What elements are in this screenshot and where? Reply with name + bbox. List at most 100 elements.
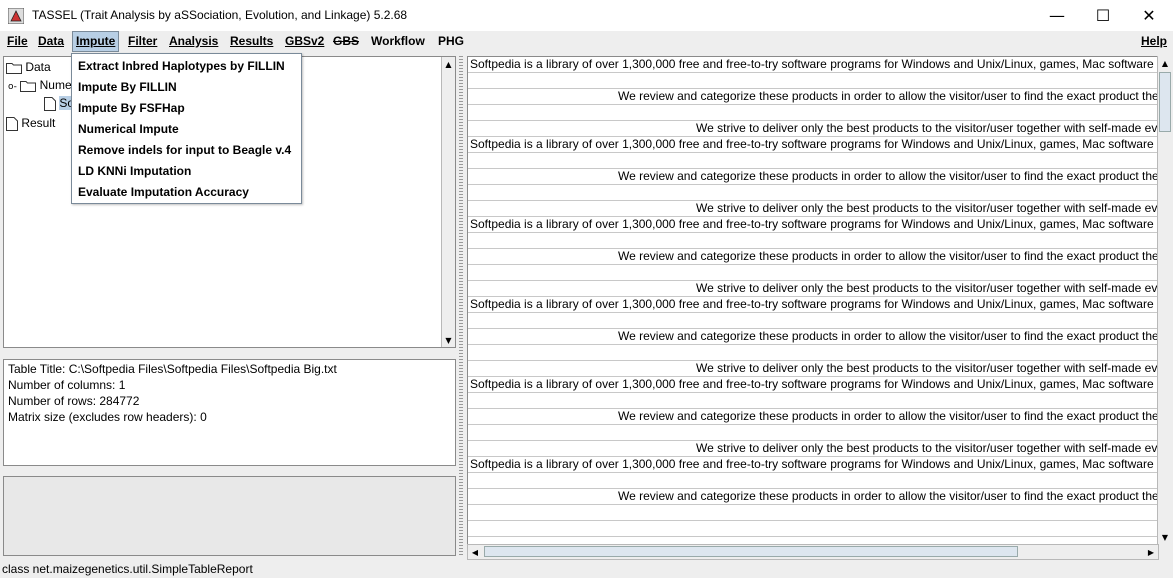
- tree-node-result-label: Result: [21, 116, 56, 130]
- file-icon: [6, 116, 18, 131]
- table-row[interactable]: Softpedia is a library of over 1,300,000…: [468, 377, 1158, 393]
- table-cell-text: Softpedia is a library of over 1,300,000…: [470, 137, 1154, 151]
- folder-icon: [20, 80, 37, 92]
- menu-item-ld-knni-imputation[interactable]: LD KNNi Imputation: [78, 161, 191, 181]
- table-row[interactable]: We strive to deliver only the best produ…: [468, 201, 1158, 217]
- folder-icon: [6, 62, 22, 74]
- scroll-down-icon[interactable]: ▼: [1158, 530, 1172, 544]
- menu-data[interactable]: Data: [35, 31, 67, 52]
- table-row[interactable]: We review and categorize these products …: [468, 329, 1158, 345]
- table-cell-text: Softpedia is a library of over 1,300,000…: [470, 57, 1154, 71]
- report-table: Softpedia is a library of over 1,300,000…: [467, 56, 1159, 546]
- table-row[interactable]: We review and categorize these products …: [468, 409, 1158, 425]
- table-cell-text: We review and categorize these products …: [618, 249, 1158, 263]
- table-cell-text: We review and categorize these products …: [618, 489, 1158, 503]
- menu-filter[interactable]: Filter: [125, 31, 160, 52]
- menu-bar: File Data Impute Filter Analysis Results…: [0, 31, 1173, 53]
- close-button[interactable]: ✕: [1126, 0, 1172, 31]
- table-row[interactable]: We strive to deliver only the best produ…: [468, 281, 1158, 297]
- menu-gbs[interactable]: GBS: [330, 31, 362, 52]
- menu-help[interactable]: Help: [1138, 31, 1170, 52]
- menu-file[interactable]: File: [4, 31, 31, 52]
- table-vertical-scrollbar[interactable]: ▲ ▼: [1157, 56, 1172, 544]
- maximize-button[interactable]: ☐: [1080, 0, 1126, 31]
- table-row[interactable]: [468, 265, 1158, 281]
- menu-item-numerical-impute[interactable]: Numerical Impute: [78, 119, 179, 139]
- menu-phg[interactable]: PHG: [435, 31, 467, 52]
- table-row[interactable]: Softpedia is a library of over 1,300,000…: [468, 217, 1158, 233]
- scroll-right-icon[interactable]: ▶: [1144, 545, 1158, 559]
- table-row[interactable]: We review and categorize these products …: [468, 169, 1158, 185]
- table-row[interactable]: [468, 345, 1158, 361]
- scroll-thumb[interactable]: [484, 546, 1018, 557]
- table-row[interactable]: Softpedia is a library of over 1,300,000…: [468, 297, 1158, 313]
- table-cell-text: We review and categorize these products …: [618, 409, 1158, 423]
- table-row[interactable]: We strive to deliver only the best produ…: [468, 121, 1158, 137]
- menu-item-remove-indels[interactable]: Remove indels for input to Beagle v.4: [78, 140, 291, 160]
- menu-item-impute-by-fsfhap[interactable]: Impute By FSFHap: [78, 98, 185, 118]
- scroll-left-icon[interactable]: ◀: [468, 545, 482, 559]
- menu-gbsv2-label: GBSv2: [285, 34, 325, 48]
- table-info-panel: Table Title: C:\Softpedia Files\Softpedi…: [3, 359, 456, 466]
- table-row[interactable]: Softpedia is a library of over 1,300,000…: [468, 457, 1158, 473]
- minimize-button[interactable]: —: [1034, 0, 1080, 31]
- table-row[interactable]: We review and categorize these products …: [468, 489, 1158, 505]
- tree-node-result[interactable]: Result: [6, 115, 55, 131]
- tree-vertical-scrollbar[interactable]: ▲ ▼: [441, 57, 455, 347]
- vertical-splitter[interactable]: [459, 56, 463, 556]
- menu-workflow-label: Workflow: [371, 34, 425, 48]
- table-row[interactable]: We strive to deliver only the best produ…: [468, 361, 1158, 377]
- scroll-down-icon[interactable]: ▼: [442, 333, 455, 347]
- menu-impute[interactable]: Impute: [72, 31, 120, 52]
- menu-impute-label: Impute: [76, 34, 116, 48]
- menu-results-label: Results: [230, 34, 274, 48]
- table-cell-text: Softpedia is a library of over 1,300,000…: [470, 217, 1154, 231]
- table-horizontal-scrollbar[interactable]: ◀ ▶: [467, 544, 1159, 560]
- maximize-icon: ☐: [1095, 6, 1111, 25]
- menu-analysis-label: Analysis: [169, 34, 219, 48]
- table-row[interactable]: [468, 521, 1158, 537]
- info-matrix-size: Matrix size (excludes row headers): 0: [8, 410, 207, 424]
- table-row[interactable]: [468, 105, 1158, 121]
- table-row[interactable]: Softpedia is a library of over 1,300,000…: [468, 57, 1158, 73]
- menu-analysis[interactable]: Analysis: [166, 31, 221, 52]
- menu-gbsv2[interactable]: GBSv2: [282, 31, 327, 52]
- impute-menu-dropdown: Extract Inbred Haplotypes by FILLIN Impu…: [71, 53, 302, 204]
- table-row[interactable]: Softpedia is a library of over 1,300,000…: [468, 137, 1158, 153]
- table-cell-text: Softpedia is a library of over 1,300,000…: [470, 297, 1154, 311]
- table-cell-text: We review and categorize these products …: [618, 169, 1158, 183]
- table-row[interactable]: We review and categorize these products …: [468, 249, 1158, 265]
- table-row[interactable]: [468, 425, 1158, 441]
- window-title: TASSEL (Trait Analysis by aSSociation, E…: [32, 8, 408, 22]
- table-row[interactable]: We strive to deliver only the best produ…: [468, 441, 1158, 457]
- table-cell-text: We strive to deliver only the best produ…: [696, 201, 1158, 215]
- table-row[interactable]: [468, 73, 1158, 89]
- table-row[interactable]: We review and categorize these products …: [468, 89, 1158, 105]
- menu-item-extract-inbred-haplotypes[interactable]: Extract Inbred Haplotypes by FILLIN: [78, 56, 285, 76]
- table-row[interactable]: [468, 393, 1158, 409]
- menu-data-label: Data: [38, 34, 65, 48]
- scroll-up-icon[interactable]: ▲: [1158, 56, 1172, 70]
- table-row[interactable]: [468, 473, 1158, 489]
- table-cell-text: We review and categorize these products …: [618, 329, 1158, 343]
- table-row[interactable]: [468, 153, 1158, 169]
- tree-expand-icon[interactable]: o-: [8, 82, 17, 92]
- menu-workflow[interactable]: Workflow: [368, 31, 428, 52]
- table-cell-text: We strive to deliver only the best produ…: [696, 281, 1158, 295]
- tree-node-data[interactable]: Data: [6, 59, 51, 75]
- table-row[interactable]: [468, 185, 1158, 201]
- title-bar: TASSEL (Trait Analysis by aSSociation, E…: [0, 0, 1173, 31]
- menu-filter-label: Filter: [128, 34, 158, 48]
- menu-results[interactable]: Results: [227, 31, 276, 52]
- menu-gbs-label: GBS: [333, 34, 360, 48]
- menu-help-label: Help: [1141, 34, 1168, 48]
- minimize-icon: —: [1049, 6, 1065, 25]
- table-cell-text: We strive to deliver only the best produ…: [696, 441, 1158, 455]
- scroll-thumb[interactable]: [1159, 72, 1171, 132]
- scroll-up-icon[interactable]: ▲: [442, 57, 455, 71]
- table-row[interactable]: [468, 233, 1158, 249]
- table-row[interactable]: [468, 505, 1158, 521]
- table-row[interactable]: [468, 313, 1158, 329]
- menu-item-evaluate-imputation-accuracy[interactable]: Evaluate Imputation Accuracy: [78, 182, 249, 202]
- menu-item-impute-by-fillin[interactable]: Impute By FILLIN: [78, 77, 177, 97]
